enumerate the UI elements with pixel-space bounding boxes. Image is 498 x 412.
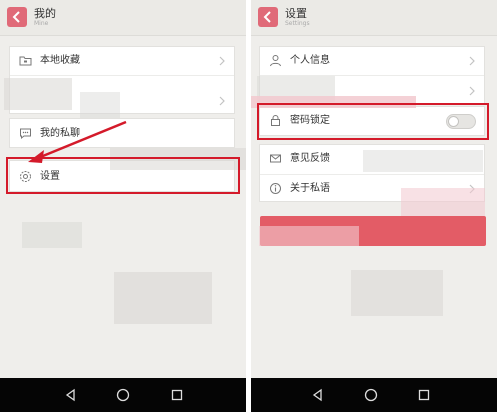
android-navigation-bar [0,378,246,412]
settings-item-label: 个人信息 [290,55,330,66]
chevron-right-icon [219,56,225,66]
header-bar: 设置 Settings [251,0,497,36]
privacy-blur [259,226,359,246]
chat-icon [20,128,31,140]
privacy-blur [401,188,485,216]
back-button[interactable] [7,7,27,27]
annotation-highlight-box [257,103,489,140]
nav-recents-icon[interactable] [417,388,431,402]
nav-back-icon[interactable] [311,388,325,402]
chevron-right-icon [469,56,475,66]
info-icon [270,183,281,194]
page-subtitle: Settings [285,20,310,27]
nav-back-icon[interactable] [64,388,78,402]
chevron-right-icon [219,96,225,106]
privacy-blur [114,272,212,324]
nav-home-icon[interactable] [116,388,130,402]
screen-settings: 设置 Settings 个人信息 密码锁定 意见反馈 关于私语 [251,0,497,412]
privacy-blur [351,270,443,316]
settings-item-label: 意见反馈 [290,153,330,164]
row-divider [10,75,234,76]
chevron-right-icon [469,86,475,96]
page-title: 设置 [285,7,307,20]
menu-item-my-chats[interactable]: 我的私聊 [10,120,234,148]
nav-home-icon[interactable] [364,388,378,402]
back-button[interactable] [258,7,278,27]
menu-item-local-favorites[interactable]: 本地收藏 [10,47,234,75]
privacy-blur [22,222,82,248]
settings-item-label: 关于私语 [290,183,330,194]
privacy-blur [80,92,120,118]
folder-icon [19,56,32,66]
nav-recents-icon[interactable] [170,388,184,402]
settings-item-personal-info[interactable]: 个人信息 [260,47,484,75]
menu-item-label: 本地收藏 [40,55,80,66]
chevron-left-icon [12,11,20,23]
person-icon [270,55,281,67]
header-bar: 我的 Mine [0,0,246,36]
screen-mine: 我的 Mine 本地收藏 我的私聊 设置 [0,0,246,412]
chevron-left-icon [263,11,271,23]
annotation-highlight-box [6,157,240,194]
menu-card-chat: 我的私聊 [9,118,235,148]
privacy-blur [363,150,483,172]
menu-item-label: 我的私聊 [40,128,80,139]
android-navigation-bar [251,378,497,412]
mail-icon [270,154,281,163]
privacy-blur [4,78,72,110]
page-title: 我的 [34,7,56,20]
page-subtitle: Mine [34,20,49,27]
